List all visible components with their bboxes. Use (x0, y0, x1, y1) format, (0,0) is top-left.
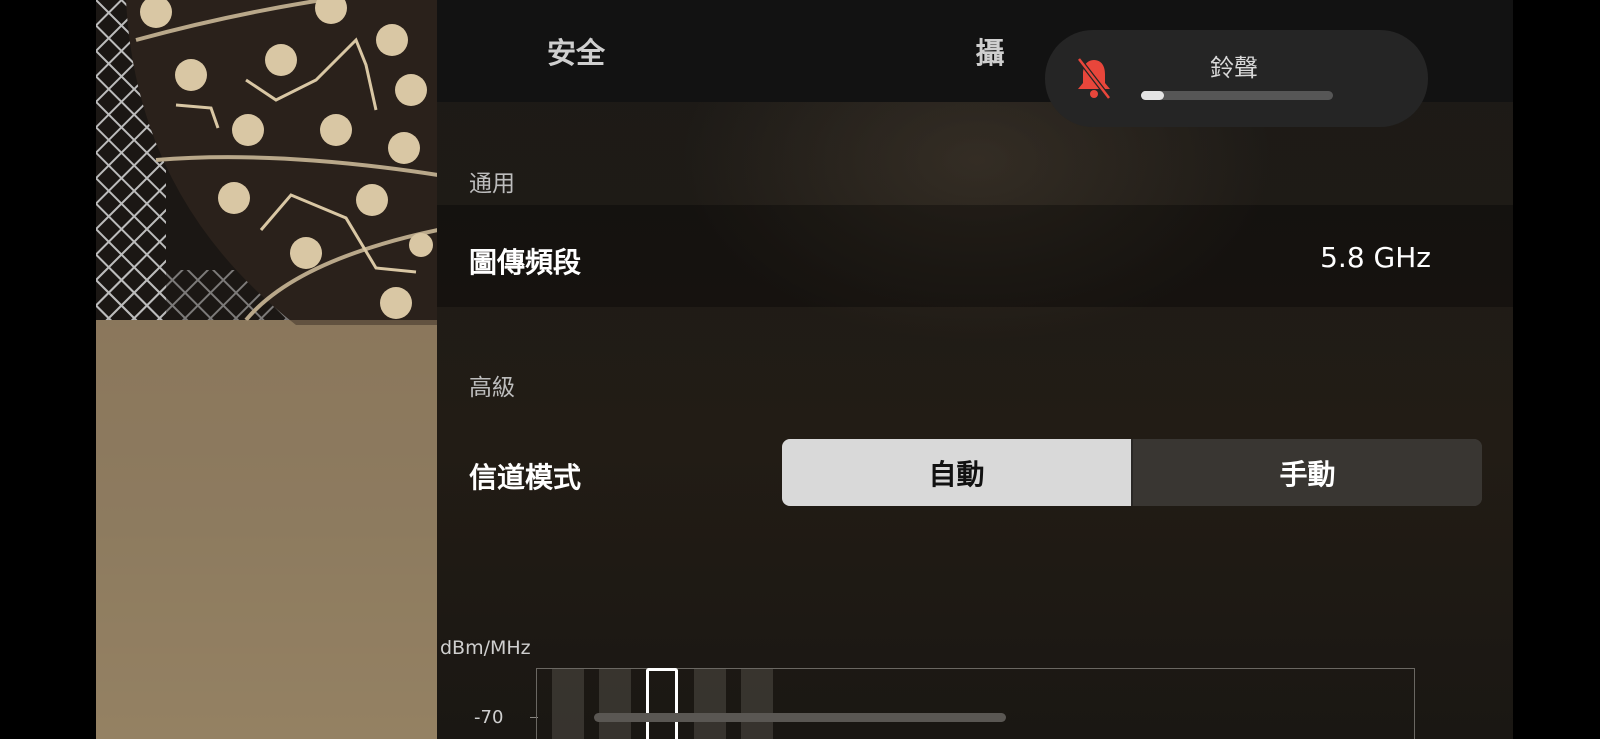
spectrum-channel-bar[interactable] (741, 669, 773, 739)
section-general-label: 通用 (469, 171, 515, 197)
tab-safety[interactable]: 安全 (516, 30, 636, 72)
channel-mode-segmented-control: 自動 手動 (782, 439, 1482, 506)
transmission-band-row[interactable]: 圖傳頻段 5.8 GHz (437, 205, 1513, 307)
bell-muted-icon (1075, 56, 1113, 104)
settings-panel: 安全 攝 圖傳 關於 通用 圖傳頻段 5.8 GHz 高級 信道模式 自動 手動… (437, 0, 1513, 739)
transmission-band-value: 5.8 GHz (1320, 241, 1431, 274)
camera-scene (96, 0, 438, 739)
channel-mode-label: 信道模式 (469, 461, 582, 494)
channel-mode-manual-button[interactable]: 手動 (1131, 439, 1482, 506)
spectrum-unit-label: dBm/MHz (440, 637, 531, 659)
section-advanced-label: 高級 (469, 375, 515, 401)
tab-camera[interactable]: 攝 (930, 30, 1050, 72)
spectrum-channel-bar[interactable] (599, 669, 631, 739)
transmission-band-label: 圖傳頻段 (469, 246, 582, 279)
spectrum-scrollbar[interactable] (594, 713, 1006, 722)
spectrum-y-tick-label: -70 (474, 707, 504, 728)
volume-level-track[interactable] (1141, 91, 1333, 100)
spectrum-channel-bar[interactable] (694, 669, 726, 739)
camera-feed (96, 0, 438, 739)
volume-hud-label: 鈴聲 (1210, 54, 1258, 82)
spectrum-channel-bar[interactable] (552, 669, 584, 739)
channel-mode-auto-button[interactable]: 自動 (782, 439, 1131, 506)
volume-level-fill (1141, 91, 1165, 100)
spectrum-selected-channel[interactable] (646, 668, 678, 739)
volume-hud: 鈴聲 (1045, 30, 1428, 127)
